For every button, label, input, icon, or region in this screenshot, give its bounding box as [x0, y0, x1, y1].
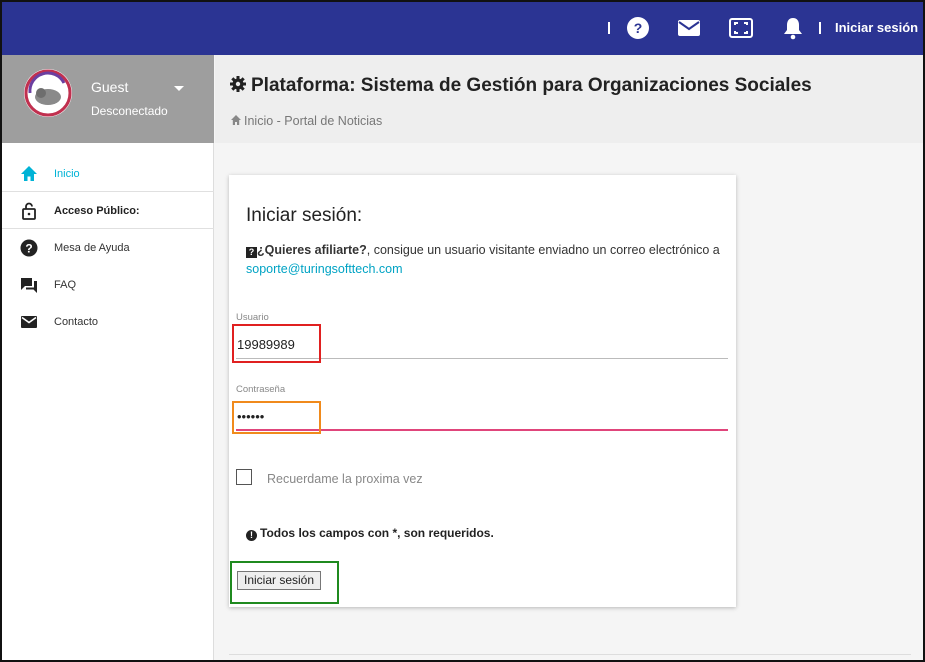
- breadcrumb-text[interactable]: Inicio - Portal de Noticias: [244, 114, 382, 128]
- mail-icon: [19, 312, 39, 332]
- page-header: Plataforma: Sistema de Gestión para Orga…: [215, 55, 923, 143]
- sidebar: Guest Desconectado Inicio Acceso Público…: [2, 55, 214, 660]
- username-highlight: [232, 324, 321, 363]
- avatar: [24, 69, 72, 117]
- password-highlight: [232, 401, 321, 434]
- sidebar-item-label: Contacto: [54, 316, 99, 328]
- user-status: Desconectado: [91, 104, 168, 118]
- affiliation-question: ¿Quieres afiliarte?: [257, 243, 367, 257]
- help-icon: ?: [246, 247, 257, 258]
- sidebar-item-contacto[interactable]: Contacto: [2, 303, 214, 340]
- required-note: ! Todos los campos con *, son requeridos.: [246, 526, 494, 541]
- sidebar-item-label: Inicio: [54, 168, 80, 180]
- lock-open-icon: [19, 201, 39, 221]
- support-email-link[interactable]: soporte@turingsofttech.com: [246, 262, 403, 276]
- sidebar-item-label: Mesa de Ayuda: [54, 242, 130, 254]
- affiliation-text: , consigue un usuario visitante enviadno…: [366, 243, 720, 257]
- password-label: Contraseña: [236, 384, 286, 395]
- mail-icon[interactable]: [676, 15, 702, 41]
- topbar-separator: [608, 22, 610, 34]
- login-link[interactable]: Iniciar sesión: [835, 20, 918, 35]
- sidebar-item-inicio[interactable]: Inicio: [2, 155, 214, 192]
- top-bar: ? Iniciar sesión: [2, 2, 923, 55]
- info-icon: !: [246, 530, 257, 541]
- sidebar-nav: Inicio Acceso Público: ? Mesa de Ayuda F…: [2, 155, 214, 340]
- username-label: Usuario: [236, 312, 269, 323]
- remember-checkbox[interactable]: [236, 469, 252, 485]
- sidebar-item-mesa-de-ayuda[interactable]: ? Mesa de Ayuda: [2, 229, 214, 266]
- divider: [229, 654, 911, 655]
- submit-highlight: [230, 561, 339, 604]
- sidebar-item-faq[interactable]: FAQ: [2, 266, 214, 303]
- gear-icon: [229, 75, 247, 93]
- user-panel: Guest Desconectado: [2, 55, 214, 143]
- sidebar-section-acceso-publico: Acceso Público:: [2, 192, 214, 229]
- help-circle-icon: ?: [19, 238, 39, 258]
- home-icon: [19, 164, 39, 184]
- login-card: Iniciar sesión: ? ¿Quieres afiliarte?, co…: [229, 175, 736, 607]
- home-icon: [231, 115, 241, 125]
- topbar-separator: [819, 22, 821, 34]
- remember-label[interactable]: Recuerdame la proxima vez: [267, 472, 423, 486]
- svg-text:?: ?: [634, 20, 643, 36]
- sidebar-item-label: FAQ: [54, 279, 77, 291]
- chevron-down-icon[interactable]: [174, 86, 184, 91]
- affiliation-info: ? ¿Quieres afiliarte?, consigue un usuari…: [246, 241, 726, 279]
- bell-icon[interactable]: [780, 15, 806, 41]
- forum-icon: [19, 275, 39, 295]
- required-note-text: Todos los campos con *, son requeridos.: [260, 526, 494, 540]
- app-frame: ? Iniciar sesión Guest Desconectado Inic…: [0, 0, 925, 662]
- fullscreen-icon[interactable]: [728, 15, 754, 41]
- page-title: Plataforma: Sistema de Gestión para Orga…: [251, 75, 812, 96]
- svg-text:?: ?: [25, 242, 32, 256]
- help-icon[interactable]: ?: [625, 15, 651, 41]
- sidebar-item-label: Acceso Público:: [54, 205, 140, 217]
- login-title: Iniciar sesión:: [246, 205, 363, 226]
- user-name[interactable]: Guest: [91, 79, 128, 95]
